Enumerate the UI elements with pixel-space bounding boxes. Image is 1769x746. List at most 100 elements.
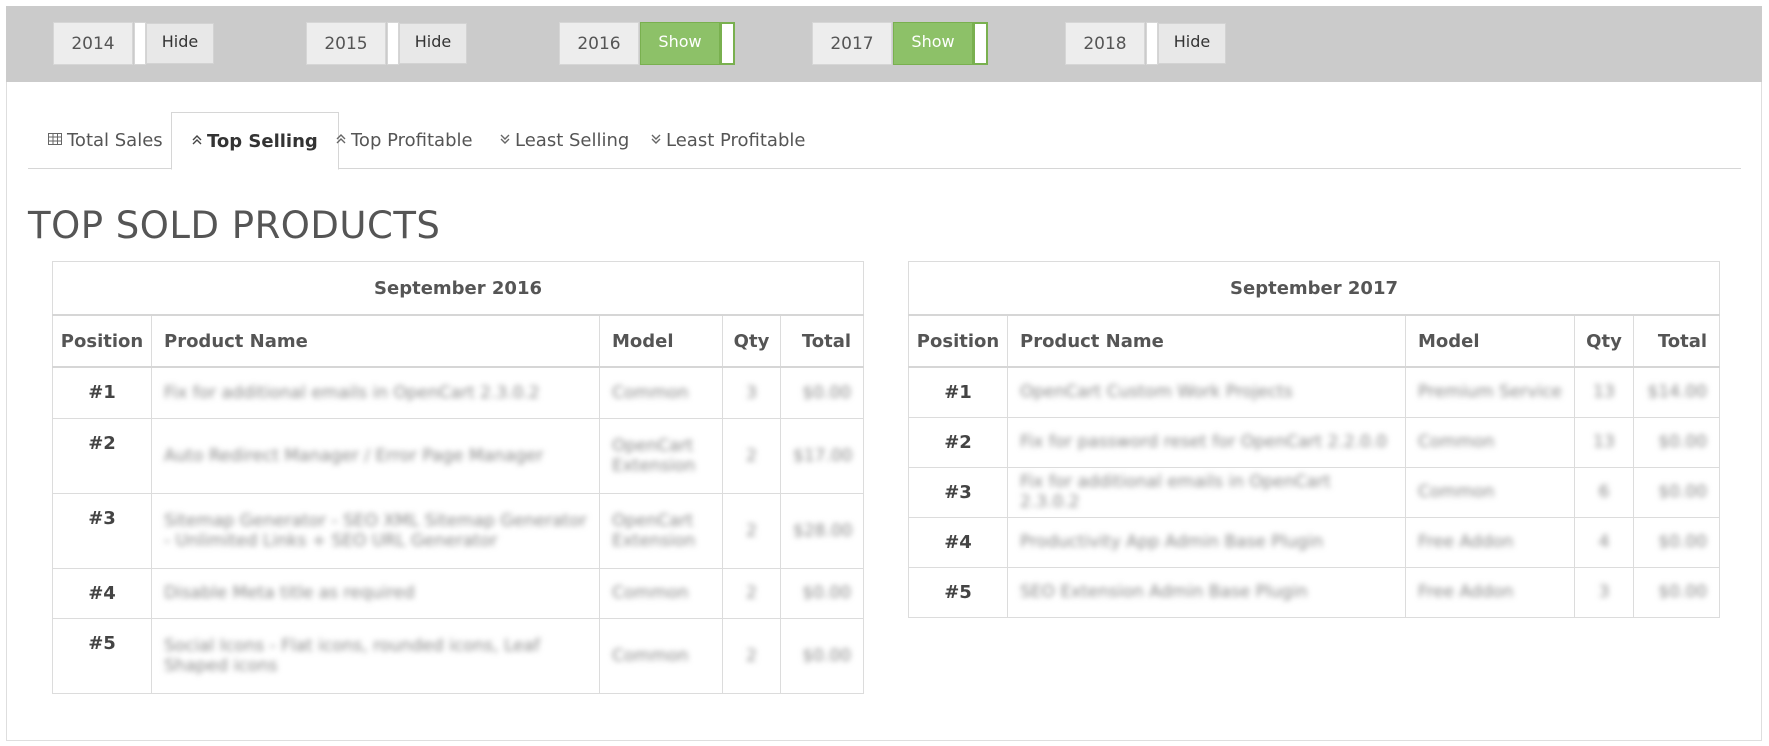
table-caption: September 2017 (907, 261, 1721, 316)
column-header-total: Total (779, 314, 865, 368)
row-qty: 2 (722, 417, 781, 494)
page-title: TOP SOLD PRODUCTS (28, 204, 441, 247)
row-product: Disable Meta title as required (151, 567, 600, 619)
row-model: Free Addon (1405, 516, 1575, 568)
row-product: Sitemap Generator - SEO XML Sitemap Gene… (151, 492, 600, 569)
row-qty: 2 (722, 492, 781, 569)
year-toggle-2015[interactable]: Hide (387, 22, 467, 65)
sales-table-2017: September 2017 Position Product Name Mod… (907, 261, 1721, 618)
column-header-model: Model (599, 314, 723, 368)
tab-label[interactable]: Top Selling (207, 131, 318, 152)
row-product: Auto Redirect Manager / Error Page Manag… (151, 417, 600, 494)
row-model: Common (599, 567, 723, 619)
tab-label[interactable]: Least Profitable (666, 130, 805, 151)
year-filter-2016: 2016 Show (559, 22, 735, 65)
toggle-knob[interactable] (134, 22, 146, 65)
row-qty: 3 (1574, 566, 1634, 618)
toggle-knob[interactable] (387, 22, 399, 65)
year-label: 2014 (53, 22, 133, 65)
tab-label[interactable]: Total Sales (67, 130, 163, 151)
row-product: Productivity App Admin Base Plugin (1007, 516, 1406, 568)
sales-table-2016: September 2016 Position Product Name Mod… (51, 261, 865, 694)
row-model: Common (1405, 416, 1575, 468)
row-model: Common (599, 617, 723, 694)
table-row: #3 Sitemap Generator - SEO XML Sitemap G… (52, 492, 865, 569)
table-row: #3 Fix for additional emails in OpenCart… (908, 466, 1721, 518)
row-qty: 13 (1574, 366, 1634, 418)
row-total: $0.00 (779, 617, 865, 694)
column-header-model: Model (1405, 314, 1575, 368)
row-position: #1 (908, 366, 1008, 418)
column-header-position: Position (908, 314, 1008, 368)
row-position: #4 (908, 516, 1008, 568)
tab-top-profitable[interactable]: Top Profitable (316, 112, 493, 169)
table-row: #4 Productivity App Admin Base Plugin Fr… (908, 516, 1721, 568)
year-toggle-2016[interactable]: Show (640, 22, 735, 65)
row-position: #2 (908, 416, 1008, 468)
double-chevron-down-icon (651, 133, 661, 148)
row-position: #1 (52, 366, 152, 419)
row-position: #5 (908, 566, 1008, 618)
row-position: #4 (52, 567, 152, 619)
row-model: OpenCart Extension (599, 417, 723, 494)
double-chevron-up-icon (336, 133, 346, 148)
year-toggle-2018[interactable]: Hide (1146, 22, 1226, 65)
row-model: OpenCart Extension (599, 492, 723, 569)
row-product: SEO Extension Admin Base Plugin (1007, 566, 1406, 618)
row-total: $0.00 (779, 567, 865, 619)
year-filter-2014: 2014 Hide (53, 22, 214, 65)
table-row: #2 Auto Redirect Manager / Error Page Ma… (52, 417, 865, 494)
year-label: 2015 (306, 22, 386, 65)
toggle-state-label[interactable]: Show (640, 22, 720, 65)
year-filter-2017: 2017 Show (812, 22, 988, 65)
tab-total-sales[interactable]: Total Sales (28, 112, 183, 169)
row-total: $0.00 (1632, 416, 1721, 468)
column-header-total: Total (1632, 314, 1721, 368)
tab-least-selling[interactable]: Least Selling (480, 112, 649, 169)
column-header-product: Product Name (1007, 314, 1406, 368)
toggle-state-label[interactable]: Hide (399, 23, 467, 64)
report-tabs: Total Sales Top Selling Top Profitable L… (28, 112, 1741, 170)
row-qty: 13 (1574, 416, 1634, 468)
row-position: #5 (52, 617, 152, 694)
row-position: #2 (52, 417, 152, 494)
table-row: #5 SEO Extension Admin Base Plugin Free … (908, 566, 1721, 618)
toggle-state-label[interactable]: Show (893, 22, 973, 65)
double-chevron-up-icon (192, 134, 202, 149)
row-product: Fix for additional emails in OpenCart 2.… (1007, 466, 1406, 518)
table-row: #1 Fix for additional emails in OpenCart… (52, 366, 865, 419)
year-filter-bar: 2014 Hide 2015 Hide 2016 Show 2017 Show … (6, 6, 1762, 82)
row-qty: 6 (1574, 466, 1634, 518)
double-chevron-down-icon (500, 133, 510, 148)
column-header-position: Position (52, 314, 152, 368)
toggle-knob[interactable] (720, 22, 735, 65)
toggle-knob[interactable] (973, 22, 988, 65)
tab-top-selling[interactable]: Top Selling (171, 112, 339, 170)
toggle-state-label[interactable]: Hide (1158, 23, 1226, 64)
year-toggle-2017[interactable]: Show (893, 22, 988, 65)
column-header-product: Product Name (151, 314, 600, 368)
row-total: $0.00 (1632, 466, 1721, 518)
year-toggle-2014[interactable]: Hide (134, 22, 214, 65)
toggle-state-label[interactable]: Hide (146, 23, 214, 64)
year-label: 2016 (559, 22, 639, 65)
tab-label[interactable]: Least Selling (515, 130, 629, 151)
toggle-knob[interactable] (1146, 22, 1158, 65)
column-header-qty: Qty (722, 314, 781, 368)
table-row: #2 Fix for password reset for OpenCart 2… (908, 416, 1721, 468)
row-product: OpenCart Custom Work Projects (1007, 366, 1406, 418)
table-row: #1 OpenCart Custom Work Projects Premium… (908, 366, 1721, 418)
row-qty: 2 (722, 617, 781, 694)
row-model: Common (1405, 466, 1575, 518)
tab-least-profitable[interactable]: Least Profitable (631, 112, 825, 169)
row-position: #3 (52, 492, 152, 569)
row-position: #3 (908, 466, 1008, 518)
table-row: #5 Social Icons - Flat icons, rounded ic… (52, 617, 865, 694)
row-total: $0.00 (1632, 566, 1721, 618)
table-row: #4 Disable Meta title as required Common… (52, 567, 865, 619)
row-product: Fix for additional emails in OpenCart 2.… (151, 366, 600, 419)
row-qty: 3 (722, 366, 781, 419)
row-total: $14.00 (1632, 366, 1721, 418)
tab-label[interactable]: Top Profitable (351, 130, 473, 151)
row-model: Free Addon (1405, 566, 1575, 618)
